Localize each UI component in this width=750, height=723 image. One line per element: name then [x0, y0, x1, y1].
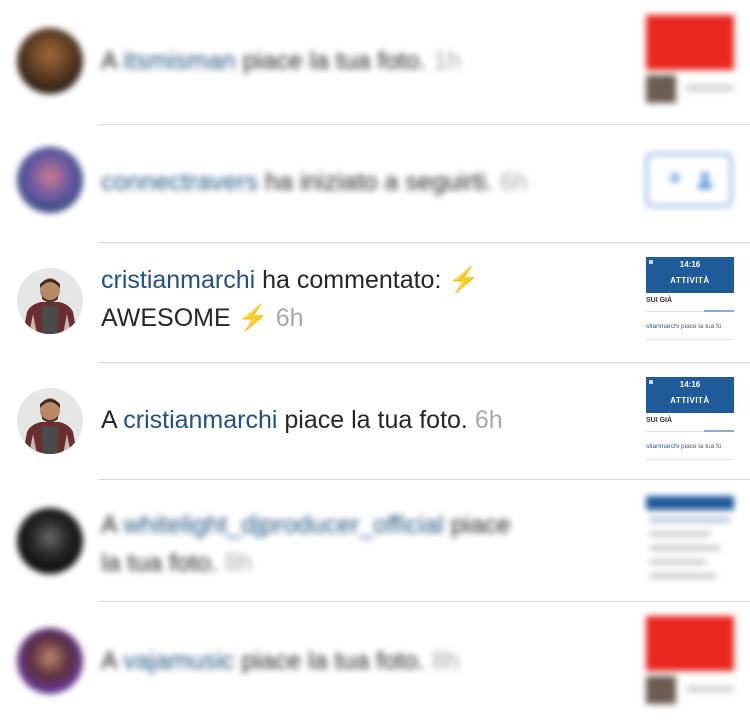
activity-feed: A itsmisman piace la tua foto. 1h connec…: [0, 0, 750, 723]
username-link[interactable]: cristianmarchi: [101, 266, 255, 294]
notification-text: A itsmisman piace la tua foto. 1h: [101, 47, 461, 75]
avatar[interactable]: [17, 147, 83, 213]
notification-row[interactable]: A cristianmarchi piace la tua foto. 6h 1…: [0, 363, 750, 480]
username-link[interactable]: itsmisman: [123, 47, 236, 75]
notification-row[interactable]: A vajamusic piace la tua foto. 8h: [0, 602, 750, 723]
timestamp: 6h: [499, 168, 528, 196]
notification-row[interactable]: connectravers ha iniziato a seguirti. 6h…: [0, 125, 750, 243]
avatar[interactable]: [17, 268, 83, 334]
username-link[interactable]: whitelight_djproducer_official: [123, 511, 444, 539]
plus-icon: +: [668, 165, 683, 192]
notification-text: cristianmarchi ha commentato: ⚡ AWESOME …: [101, 266, 480, 332]
user-photo-icon: [17, 268, 83, 334]
user-photo-icon: [17, 388, 83, 454]
timestamp: 8h: [431, 647, 460, 675]
username-link[interactable]: vajamusic: [123, 647, 234, 675]
post-thumbnail[interactable]: [646, 15, 734, 103]
notification-text: A vajamusic piace la tua foto. 8h: [101, 647, 460, 675]
notification-text: connectravers ha iniziato a seguirti. 6h: [101, 168, 528, 196]
post-thumbnail[interactable]: 14:16 ATTIVITÀ SUI GIÀ stianmarchi piace…: [646, 377, 734, 465]
avatar[interactable]: [17, 388, 83, 454]
notification-row[interactable]: A whitelight_djproducer_official piace l…: [0, 480, 750, 602]
avatar[interactable]: [17, 508, 83, 574]
person-icon: [698, 172, 712, 189]
notification-row[interactable]: A itsmisman piace la tua foto. 1h: [0, 0, 750, 125]
timestamp: 8h: [224, 549, 253, 577]
notification-row[interactable]: cristianmarchi ha commentato: ⚡ AWESOME …: [0, 243, 750, 363]
notification-text: A cristianmarchi piace la tua foto. 6h: [101, 406, 503, 434]
post-thumbnail[interactable]: [646, 616, 734, 704]
timestamp: 6h: [474, 406, 503, 434]
username-link[interactable]: cristianmarchi: [123, 406, 277, 434]
avatar[interactable]: [17, 628, 83, 694]
username-link[interactable]: connectravers: [101, 168, 258, 196]
timestamp: 1h: [433, 47, 461, 75]
follow-button[interactable]: +: [646, 153, 732, 207]
post-thumbnail[interactable]: [646, 496, 734, 584]
lightning-icon: ⚡: [237, 304, 269, 332]
timestamp: 6h: [275, 304, 304, 332]
notification-text: A whitelight_djproducer_official piace l…: [101, 511, 511, 577]
avatar[interactable]: [17, 28, 83, 94]
lightning-icon: ⚡: [448, 266, 480, 294]
post-thumbnail[interactable]: 14:16 ATTIVITÀ SUI GIÀ stianmarchi piace…: [646, 257, 734, 345]
